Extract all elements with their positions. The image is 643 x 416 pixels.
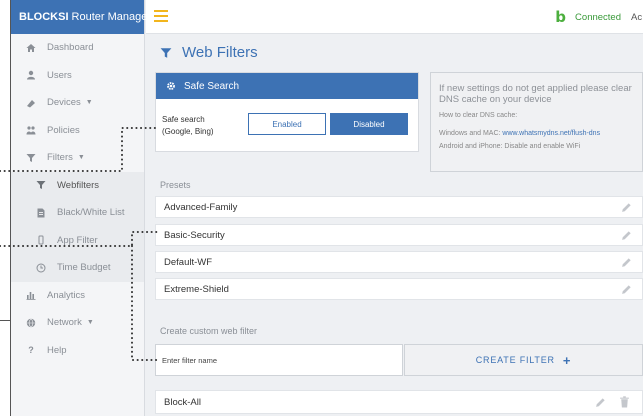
annotation-tick [0,320,10,321]
chart-icon [23,290,39,301]
pencil-icon[interactable] [621,202,632,213]
sidebar-item-label: Webfilters [57,179,100,191]
custom-filter-label: Create custom web filter [160,326,258,336]
sidebar-item-label: Dashboard [47,42,94,54]
sidebar-item-dashboard[interactable]: Dashboard [11,34,144,62]
safe-search-header: Safe Search [156,73,418,99]
preset-row[interactable]: Extreme-Shield [155,278,643,300]
safe-search-label-line1: Safe search [162,115,205,124]
sidebar-item-help[interactable]: ? Help [11,337,144,365]
blocksi-b-logo-icon: b [555,8,567,26]
sidebar: BLOCKSI Router Manager Dashboard Users D… [11,0,151,416]
question-icon: ? [28,345,34,356]
filter-icon [23,153,39,163]
custom-filter-name: Block-All [164,396,201,408]
create-filter-button[interactable]: CREATE FILTER + [404,344,643,376]
dns-info-heading: If new settings do not get applied pleas… [439,83,632,105]
sidebar-item-devices[interactable]: Devices ▼ [11,89,144,117]
app-window: BLOCKSI Router Manager Dashboard Users D… [10,0,643,416]
sidebar-item-label: Filters [47,152,73,164]
safe-search-enabled-button[interactable]: Enabled [248,113,326,135]
preset-name: Advanced-Family [164,201,238,213]
flush-dns-link[interactable]: www.whatsmydns.net/flush-dns [502,130,600,137]
sidebar-item-users[interactable]: Users [11,62,144,90]
dns-info-windows-label: Windows and MAC: [439,130,503,137]
preset-name: Extreme-Shield [164,283,229,295]
preset-row[interactable]: Advanced-Family [155,196,643,218]
chevron-down-icon: ▼ [86,319,94,327]
top-bar: b Connected Ac [146,0,643,34]
pencil-icon[interactable] [621,230,632,241]
filter-name-input[interactable] [155,344,403,376]
sidebar-item-black-white-list[interactable]: Black/White List [11,199,144,227]
sidebar-item-label: Users [47,69,72,81]
safe-search-disabled-button[interactable]: Disabled [330,113,408,135]
brand-name: BLOCKSI [19,11,69,23]
sidebar-item-filters[interactable]: Filters ▼ [11,144,144,172]
preset-row[interactable]: Basic-Security [155,224,643,246]
sidebar-item-label: Help [47,344,67,356]
dns-info-line1: How to clear DNS cache: [439,112,518,119]
trash-icon[interactable] [619,396,630,408]
safe-search-title: Safe Search [184,80,240,92]
account-menu[interactable]: Ac [631,12,643,23]
preset-name: Basic-Security [164,229,225,241]
connection-status: b Connected Ac [555,0,643,34]
sidebar-item-label: Analytics [47,289,86,301]
filter-icon [160,47,172,58]
policies-icon [23,125,39,135]
sidebar-item-label: Black/White List [57,207,125,219]
custom-filter-row[interactable]: Block-All [155,390,643,414]
main-content: Web Filters Safe Search Safe search (Goo… [146,34,643,416]
sidebar-item-label: App Filter [57,234,98,246]
page-title-text: Web Filters [182,44,258,61]
plus-icon: + [562,352,572,368]
sidebar-item-app-filter[interactable]: App Filter [11,226,144,254]
dashboard-icon [23,43,39,53]
page-title: Web Filters [160,44,258,61]
dns-info-line3: Android and iPhone: Disable and enable W… [439,143,581,150]
safe-search-card: Safe Search Safe search (Google, Bing) E… [155,72,419,152]
pencil-icon[interactable] [595,397,606,408]
sidebar-nav: Dashboard Users Devices ▼ Policies Filte… [11,34,144,364]
list-icon [33,208,49,218]
safe-search-label: Safe search (Google, Bing) [162,114,214,138]
dns-info-line2: Windows and MAC: www.whatsmydns.net/flus… [439,129,634,138]
sidebar-item-time-budget[interactable]: Time Budget [11,254,144,282]
presets-label: Presets [160,180,191,190]
gear-icon [167,82,175,90]
sidebar-item-label: Time Budget [57,262,111,274]
brand-subtitle: Router Manager [68,11,152,23]
filter-icon [33,180,49,190]
pencil-icon[interactable] [621,257,632,268]
mobile-icon [33,235,49,245]
safe-search-label-line2: (Google, Bing) [162,127,214,136]
sidebar-item-label: Policies [47,124,80,136]
chevron-down-icon: ▼ [85,99,93,107]
sidebar-item-network[interactable]: Network ▼ [11,309,144,337]
chevron-down-icon: ▼ [77,154,85,162]
sidebar-item-label: Devices [47,97,81,109]
dns-cache-info-box: If new settings do not get applied pleas… [430,72,643,172]
globe-icon [23,318,39,328]
create-filter-label: CREATE FILTER [475,355,555,365]
sidebar-item-analytics[interactable]: Analytics [11,282,144,310]
devices-icon [23,98,39,108]
sidebar-item-label: Network [47,317,82,329]
connected-status-text: Connected [575,11,621,23]
user-icon [23,70,39,80]
preset-name: Default-WF [164,256,213,268]
sidebar-item-policies[interactable]: Policies [11,117,144,145]
preset-row[interactable]: Default-WF [155,251,643,273]
brand-logo: BLOCKSI Router Manager [11,0,151,34]
pencil-icon[interactable] [621,284,632,295]
sidebar-item-webfilters[interactable]: Webfilters [11,171,144,199]
clock-icon [33,263,49,273]
hamburger-menu-icon[interactable] [154,10,168,25]
